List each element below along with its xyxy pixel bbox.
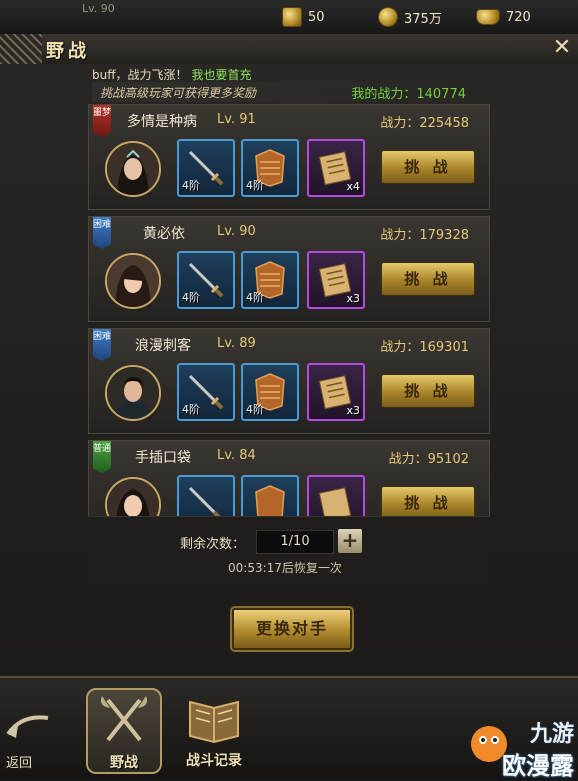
coin-resource: 375万 (378, 6, 442, 28)
close-icon[interactable]: ✕ (550, 36, 574, 60)
reward-sword-slot[interactable]: 4阶 (177, 363, 235, 421)
token-resource: 50 (282, 6, 325, 28)
tab-field-battle[interactable]: 野战 (86, 688, 162, 774)
change-opponent-button[interactable]: 更换对手 (232, 608, 352, 650)
add-attempts-button[interactable]: + (338, 529, 362, 553)
my-power: 我的战力：140774 (351, 87, 466, 102)
opponent-name: 浪漫刺客 (135, 338, 191, 354)
remaining-value: 1/10 (256, 530, 334, 554)
reward-armor-slot[interactable]: 4阶 (241, 251, 299, 309)
tab-battle-record[interactable]: 战斗记录 (176, 688, 252, 774)
difficulty-tag: 困难 (93, 329, 111, 361)
opponent-card: 困难 黄必依 Lv. 90 战力：179328 4阶 4阶 x3 挑 战 (88, 216, 490, 322)
opponent-name: 多情是种病 (127, 114, 197, 130)
reward-sword-slot[interactable]: 4阶 (177, 251, 235, 309)
opponent-power: 战力：179328 (380, 228, 469, 243)
challenge-button[interactable]: 挑 战 (381, 374, 475, 408)
opponent-name: 黄必依 (143, 226, 185, 242)
reward-armor-slot[interactable]: 4阶 (241, 363, 299, 421)
ingot-resource: 720 (476, 6, 531, 28)
recharge-notice: buff，战力飞涨！ 我也要首充 (92, 66, 490, 82)
ornament-icon (0, 34, 42, 64)
tab-battle-record-label: 战斗记录 (186, 753, 242, 769)
coin-value: 375万 (404, 11, 442, 27)
watermark-text-2: 欧漫露 (502, 752, 574, 780)
opponent-level: Lv. 89 (217, 336, 256, 351)
token-icon (282, 7, 302, 27)
avatar (105, 365, 161, 421)
coin-icon (378, 7, 398, 27)
avatar (105, 141, 161, 197)
resource-bar: Lv. 90 50 375万 720 (0, 0, 578, 35)
book-icon (189, 700, 239, 744)
back-button[interactable]: 返回 (2, 704, 58, 774)
player-level: Lv. 90 (82, 2, 115, 15)
first-recharge-link[interactable]: 我也要首充 (192, 68, 252, 82)
bottom-nav: 返回 野战 战斗记录 九游 欧漫露 (0, 676, 578, 780)
remaining-attempts: 剩余次数： 1/10 + 00:53:17后恢复一次 (88, 516, 490, 589)
watermark-text-1: 九游 (529, 722, 574, 747)
recover-timer: 00:53:17后恢复一次 (228, 561, 342, 575)
opponent-power: 战力：95102 (388, 452, 469, 467)
opponent-list[interactable]: 噩梦 多情是种病 Lv. 91 战力：225458 4阶 4阶 x4 挑 战 困… (88, 104, 490, 548)
tab-field-battle-label: 野战 (110, 755, 138, 771)
difficulty-tag: 普通 (93, 441, 111, 473)
field-battle-panel: buff，战力飞涨！ 我也要首充 挑战高级玩家可获得更多奖励 我的战力：14077… (0, 64, 578, 676)
reward-scroll-slot[interactable]: x3 (307, 251, 365, 309)
challenge-hint: 挑战高级玩家可获得更多奖励 (100, 86, 257, 100)
reward-scroll-slot[interactable]: x3 (307, 363, 365, 421)
watermark-logo: 九游 欧漫露 (466, 716, 576, 780)
token-value: 50 (308, 9, 325, 25)
back-label: 返回 (6, 756, 33, 771)
ingot-value: 720 (506, 9, 531, 25)
notice-text: buff，战力飞涨！ (92, 68, 188, 82)
challenge-button[interactable]: 挑 战 (381, 486, 475, 520)
difficulty-tag: 噩梦 (93, 105, 111, 137)
opponent-level: Lv. 91 (217, 112, 256, 127)
back-arrow-icon (6, 715, 49, 738)
challenge-button[interactable]: 挑 战 (381, 262, 475, 296)
difficulty-tag: 困难 (93, 217, 111, 249)
opponent-level: Lv. 90 (217, 224, 256, 239)
reward-armor-slot[interactable]: 4阶 (241, 139, 299, 197)
remaining-label: 剩余次数： (180, 537, 246, 552)
ingot-icon (476, 9, 500, 25)
challenge-button[interactable]: 挑 战 (381, 150, 475, 184)
opponent-card: 困难 浪漫刺客 Lv. 89 战力：169301 4阶 4阶 x3 挑 战 (88, 328, 490, 434)
crossed-axes-icon (101, 696, 147, 742)
reward-scroll-slot[interactable]: x4 (307, 139, 365, 197)
opponent-level: Lv. 84 (217, 448, 256, 463)
challenge-info: 挑战高级玩家可获得更多奖励 我的战力：140774 (92, 82, 490, 102)
reward-sword-slot[interactable]: 4阶 (177, 139, 235, 197)
opponent-name: 手插口袋 (135, 450, 191, 466)
avatar (105, 253, 161, 309)
opponent-card: 噩梦 多情是种病 Lv. 91 战力：225458 4阶 4阶 x4 挑 战 (88, 104, 490, 210)
opponent-power: 战力：169301 (380, 340, 469, 355)
window-title: 野战 (46, 41, 90, 62)
window-titlebar: 野战 ✕ (0, 34, 578, 65)
opponent-power: 战力：225458 (380, 116, 469, 131)
